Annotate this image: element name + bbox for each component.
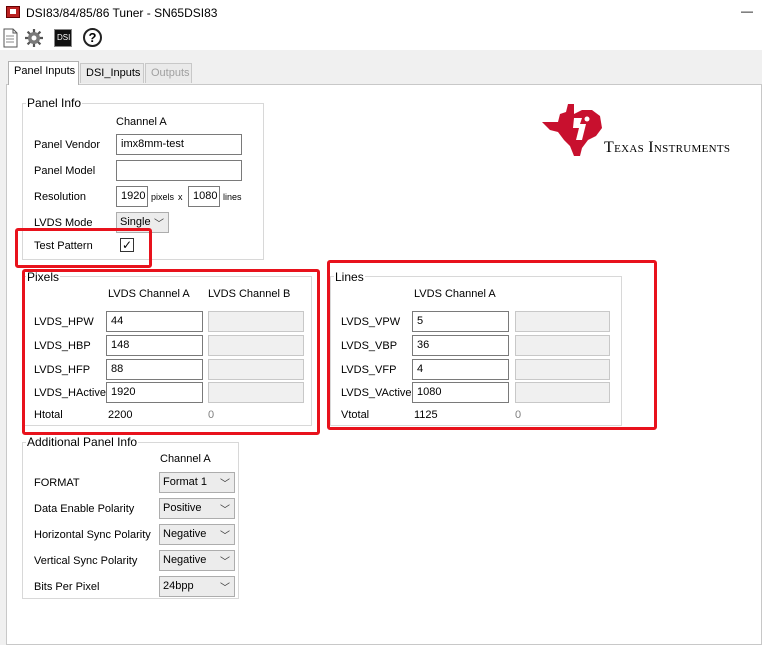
resolution-width-field[interactable]: 1920 <box>116 186 148 207</box>
format-label: FORMAT <box>34 477 80 489</box>
minimize-button[interactable]: — <box>736 2 758 22</box>
lines-unit: lines <box>223 192 242 202</box>
file-icon[interactable] <box>2 28 22 48</box>
highlight-lines <box>327 260 657 430</box>
panel-vendor-field[interactable]: imx8mm-test <box>116 134 242 155</box>
resolution-x: x <box>178 192 183 202</box>
panel-model-label: Panel Model <box>34 165 96 177</box>
chevron-down-icon: ﹀ <box>220 479 230 490</box>
vertical-sync-polarity-label: Vertical Sync Polarity <box>34 555 138 567</box>
additional-panel-info-title: Additional Panel Info <box>26 435 139 449</box>
tab-panel-inputs[interactable]: Panel Inputs <box>8 61 79 85</box>
panel-model-field[interactable] <box>116 160 242 181</box>
ti-logo-icon <box>538 100 608 160</box>
highlight-pixels <box>22 269 320 435</box>
horizontal-sync-polarity-label: Horizontal Sync Polarity <box>34 529 151 541</box>
panel-info-title: Panel Info <box>26 96 83 110</box>
chevron-down-icon: ﹀ <box>154 219 164 230</box>
window-title: DSI83/84/85/86 Tuner - SN65DSI83 <box>26 6 218 20</box>
additional-channel-a-header: Channel A <box>160 453 211 465</box>
toolbar <box>0 26 762 50</box>
highlight-test-pattern <box>15 228 152 268</box>
resolution-label: Resolution <box>34 191 86 203</box>
vertical-sync-polarity-dropdown[interactable]: Negative ﹀ <box>159 550 235 571</box>
app-icon <box>6 6 20 18</box>
dsi-icon[interactable]: DSI <box>54 29 72 47</box>
ti-logo-text: Texas Instruments <box>604 139 731 156</box>
help-icon[interactable]: ? <box>83 28 102 47</box>
chevron-down-icon: ﹀ <box>220 505 230 516</box>
tab-dsi-inputs[interactable]: DSI_Inputs <box>80 63 144 83</box>
data-enable-polarity-label: Data Enable Polarity <box>34 503 135 515</box>
data-enable-polarity-dropdown[interactable]: Positive ﹀ <box>159 498 235 519</box>
tab-outputs[interactable]: Outputs <box>145 63 192 83</box>
bits-per-pixel-dropdown[interactable]: 24bpp ﹀ <box>159 576 235 597</box>
panel-vendor-label: Panel Vendor <box>34 139 101 151</box>
chevron-down-icon: ﹀ <box>220 531 230 542</box>
chevron-down-icon: ﹀ <box>220 583 230 594</box>
format-dropdown[interactable]: Format 1 ﹀ <box>159 472 235 493</box>
gear-icon[interactable] <box>24 28 44 48</box>
chevron-down-icon: ﹀ <box>220 557 230 568</box>
pixels-unit: pixels <box>151 192 175 202</box>
resolution-height-field[interactable]: 1080 <box>188 186 220 207</box>
channel-a-header: Channel A <box>116 116 167 128</box>
bits-per-pixel-label: Bits Per Pixel <box>34 581 100 593</box>
horizontal-sync-polarity-dropdown[interactable]: Negative ﹀ <box>159 524 235 545</box>
